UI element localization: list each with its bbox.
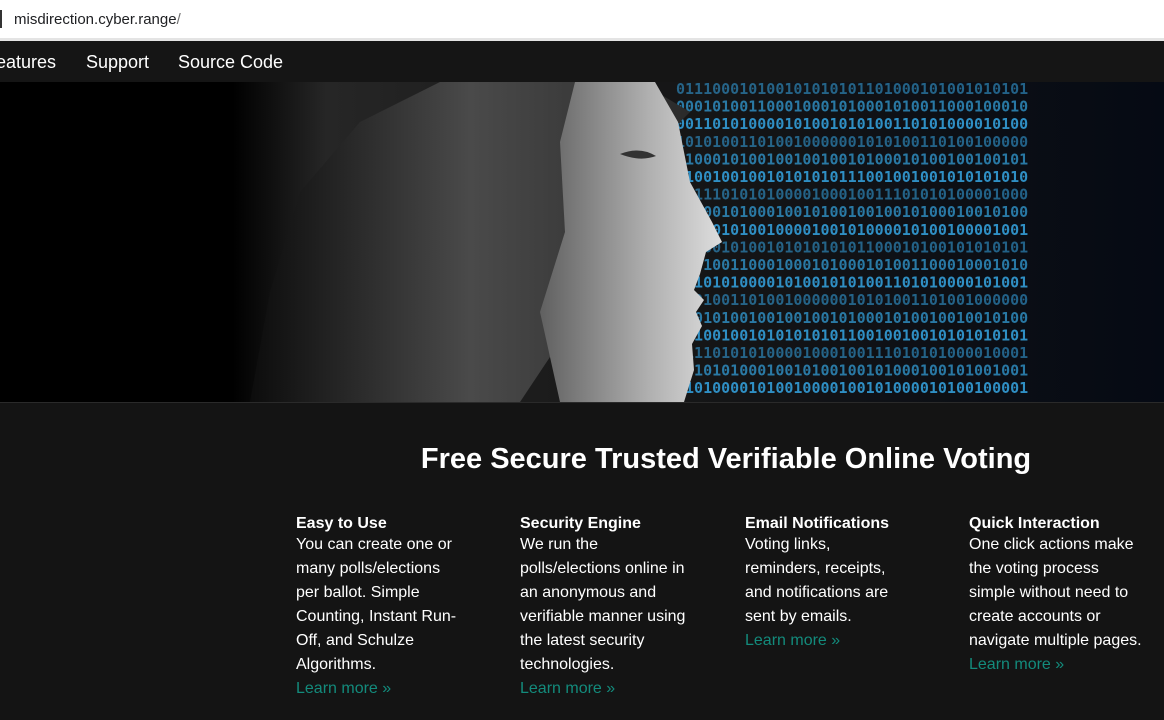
learn-more-link[interactable]: Learn more » [969,656,1064,673]
binary-row: 011100010100101010101101000101001010101 [676,82,1028,98]
binary-row: 011101010100001000100111010101000010001 [676,344,1028,362]
hero-image: 0111000101001010101011010001010010101010… [0,82,1164,402]
binary-code-pattern: 0111000101001010101011010001010010101010… [676,82,1028,397]
binary-row: 101110101010000100010011101010100001000 [676,186,1028,204]
feature-quick-interaction: Quick Interaction One click actions make… [969,514,1149,677]
feature-security-engine: Security Engine We run the polls/electio… [520,514,698,701]
binary-row: 111010100001010010101001101010000101001 [676,274,1028,292]
nav-features-link[interactable]: eatures [0,52,56,73]
url-slash: / [176,11,181,28]
page-headline: Free Secure Trusted Verifiable Online Vo… [420,443,1032,475]
binary-row: 100001010010000100101000010100100001001 [676,221,1028,239]
binary-row: 010100001010010000100101000010100100001 [676,379,1028,397]
feature-description: One click actions make the voting proces… [969,536,1142,673]
binary-row: 010001010010010010010100010100100100101 [676,150,1028,168]
binary-row: 000101001001001001010001010010010010100 [676,309,1028,327]
binary-row: 010100110001000101000101001100010001010 [676,256,1028,274]
url-host: misdirection.cyber.range [14,11,177,28]
binary-row: 010001010010101010101100010100101010101 [676,238,1028,256]
hero-banner: 011100010100101010101101000101001010101 0… [0,82,1164,402]
address-bar[interactable]: misdirection.cyber.range/ [0,0,1164,40]
nav-support-link[interactable]: Support [86,52,149,73]
address-bar-edge [0,10,2,28]
feature-description: Voting links, reminders, receipts, and n… [745,536,889,649]
learn-more-link[interactable]: Learn more » [520,680,615,697]
binary-row: 000101001100010001010001010011000100010 [676,98,1028,116]
feature-title: Quick Interaction [969,515,1100,532]
binary-row: 101010011010010000001010100110100100000 [676,133,1028,151]
feature-description: You can create one or many polls/electio… [296,536,457,697]
binary-row: 001101010000101001010100110101000010100 [676,115,1028,133]
top-navigation: eatures Support Source Code [0,41,1164,82]
feature-email-notifications: Email Notifications Voting links, remind… [745,514,910,653]
feature-title: Email Notifications [745,515,890,532]
binary-row: 001010100010010100100101000100101001001 [676,362,1028,380]
feature-title: Easy to Use [296,515,387,532]
feature-description: We run the polls/elections online in an … [520,536,686,697]
url-text[interactable]: misdirection.cyber.range/ [14,11,181,28]
binary-row: 101001010001001010010010010100010010100 [676,203,1028,221]
learn-more-link[interactable]: Learn more » [745,632,840,649]
hero-bottom-border [0,402,1164,403]
binary-row: 010100110100100000010101001101001000000 [676,291,1028,309]
feature-easy-to-use: Easy to Use You can create one or many p… [296,514,466,701]
binary-row: 110010010010101010111001001001010101010 [676,168,1028,186]
learn-more-link[interactable]: Learn more » [296,680,391,697]
feature-title: Security Engine [520,515,641,532]
binary-row: 001001001010101010110010010010101010101 [676,326,1028,344]
nav-source-code-link[interactable]: Source Code [178,52,283,73]
